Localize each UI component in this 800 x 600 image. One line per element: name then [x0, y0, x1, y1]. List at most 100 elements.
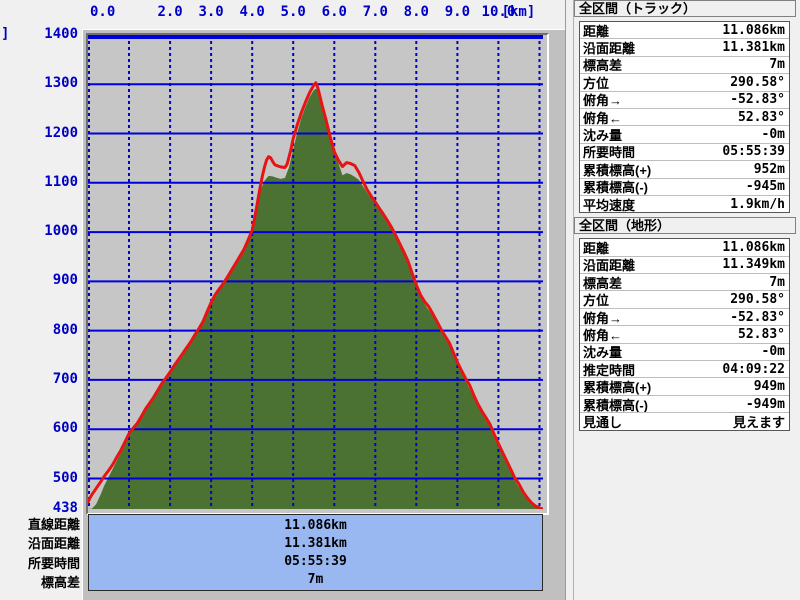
stat-label: 距離	[583, 23, 610, 39]
stat-label: 俯角←	[583, 110, 623, 126]
x-tick-label: 0.0	[90, 4, 116, 20]
x-axis: 0.0 2.0 3.0 4.0 5.0 6.0 7.0 8.0 9.0 10.0 [km]	[0, 4, 570, 22]
stat-row: 俯角← 52.83°	[580, 326, 789, 344]
stat-label: 沿面距離	[583, 41, 636, 57]
stat-label: 沿面距離	[583, 258, 636, 274]
stat-value: 11.086km	[722, 239, 785, 255]
stat-row: 平均速度 1.9km/h	[580, 196, 789, 213]
stat-value: -52.83°	[730, 309, 785, 325]
x-tick-label: 3.0	[198, 4, 224, 20]
stat-row: 累積標高(+) 949m	[580, 378, 789, 396]
stat-row: 累積標高(+) 952m	[580, 161, 789, 179]
stat-row: 推定時間 04:09:22	[580, 361, 789, 379]
stat-value: 04:09:22	[722, 361, 785, 377]
stat-value: -945m	[745, 179, 785, 195]
stat-row: 標高差 7m	[580, 274, 789, 292]
y-tick-label: 500	[52, 469, 78, 486]
track-section-caption: 全区間（トラック）	[574, 0, 796, 17]
stat-label: 沈み量	[583, 345, 623, 361]
stat-label: 所要時間	[583, 145, 636, 161]
summary-value: 11.086km	[284, 518, 347, 533]
stats-panel: 全区間（トラック） 距離 11.086km 沿面距離 11.381km 標高差 7m 方位 2…	[573, 0, 797, 600]
stat-row: 俯角→ -52.83°	[580, 92, 789, 109]
stat-row: 距離 11.086km	[580, 239, 789, 257]
x-tick-label: 8.0	[403, 4, 429, 20]
x-tick-label: [km]	[501, 4, 536, 20]
stat-label: 距離	[583, 241, 610, 256]
stat-label: 標高差	[583, 275, 623, 291]
x-tick-label: 9.0	[444, 4, 471, 20]
stat-value: 7m	[769, 57, 785, 73]
stat-value: 290.58°	[730, 292, 785, 308]
stat-label: 平均速度	[583, 197, 636, 213]
stat-label: 累積標高(+)	[583, 380, 652, 396]
y-tick-label: 1100	[44, 173, 78, 190]
summary-info-box: 11.086km 11.381km 05:55:39 7m	[88, 514, 543, 591]
stat-label: 沈み量	[583, 128, 623, 144]
stat-value: 7m	[769, 274, 785, 290]
stat-value: -949m	[745, 396, 785, 412]
stat-row: 距離 11.086km	[580, 22, 789, 40]
stat-row: 方位 290.58°	[580, 74, 789, 92]
stat-label: 方位	[583, 293, 610, 309]
y-axis: 1400 1300 1200 1100 1000 900 800 700 600 500 438	[0, 0, 84, 600]
stat-value: 11.349km	[722, 257, 785, 273]
y-tick-label: 700	[52, 370, 78, 387]
summary-label: 沿面距離	[27, 536, 80, 552]
stat-row: 沈み量 -0m	[580, 344, 789, 362]
terrain-section-table: 距離 11.086km 沿面距離 11.349km 標高差 7m 方位 290.58° 俯角→ -…	[579, 238, 790, 431]
stat-label: 俯角←	[583, 327, 623, 343]
stat-label: 俯角→	[583, 93, 623, 109]
stat-label: 累積標高(-)	[583, 397, 648, 413]
summary-value: 05:55:39	[284, 554, 347, 569]
stat-label: 標高差	[583, 58, 623, 74]
y-tick-label: 1000	[44, 223, 78, 240]
elevation-profile-plot[interactable]	[88, 35, 543, 509]
y-tick-label: 1300	[44, 75, 78, 92]
y-tick-label: 1400	[44, 26, 78, 42]
terrain-section-caption: 全区間（地形）	[574, 217, 796, 235]
stat-value: 290.58°	[730, 74, 785, 90]
stat-label: 累積標高(-)	[583, 180, 648, 196]
stat-label: 推定時間	[583, 362, 636, 378]
stat-row: 所要時間 05:55:39	[580, 144, 789, 162]
stat-value: 05:55:39	[722, 144, 785, 160]
x-tick-label: 6.0	[321, 4, 347, 20]
stat-value: 11.086km	[722, 22, 785, 38]
stat-row: 見通し 見えます	[580, 413, 789, 430]
stat-value: 949m	[753, 379, 785, 395]
terrain-area	[88, 88, 543, 509]
stat-label: 俯角→	[583, 310, 623, 326]
track-section-table: 距離 11.086km 沿面距離 11.381km 標高差 7m 方位 290.58° 俯角→ -…	[579, 21, 790, 214]
summary-value: 7m	[307, 572, 324, 587]
stat-value: -52.83°	[730, 92, 785, 108]
x-tick-label: 4.0	[239, 4, 265, 20]
stat-value: 見えます	[732, 415, 785, 430]
stat-row: 累積標高(-) -945m	[580, 179, 789, 196]
stat-row: 沿面距離 11.381km	[580, 39, 789, 57]
stat-value: 1.9km/h	[730, 196, 785, 212]
info-labels: 直線距離沿面距離所要時間標高差	[0, 514, 84, 591]
stat-value: 52.83°	[738, 326, 785, 342]
stat-value: -0m	[761, 344, 785, 360]
profile-window: ] 0.0 2.0 3.0 4.0 5.0 6.0 7.0 8.0 9.0 10.0 [km] 14…	[0, 0, 800, 600]
stat-label: 見通し	[583, 414, 623, 430]
stat-row: 累積標高(-) -949m	[580, 396, 789, 414]
summary-label: 直線距離	[27, 517, 80, 533]
stat-row: 標高差 7m	[580, 57, 789, 75]
stat-row: 沿面距離 11.349km	[580, 257, 789, 275]
stat-row: 俯角→ -52.83°	[580, 309, 789, 327]
stat-value: -0m	[761, 127, 785, 143]
stat-row: 方位 290.58°	[580, 291, 789, 309]
stat-label: 累積標高(+)	[583, 162, 652, 178]
summary-label: 標高差	[40, 574, 80, 590]
y-tick-label: 800	[52, 321, 78, 338]
stat-value: 52.83°	[738, 109, 785, 125]
y-tick-label: 900	[52, 272, 78, 289]
stat-label: 方位	[583, 75, 610, 91]
x-tick-label: 7.0	[362, 4, 388, 20]
y-tick-label: 1200	[44, 124, 78, 141]
summary-label: 所要時間	[27, 555, 80, 571]
stat-value: 11.381km	[722, 40, 785, 56]
stat-value: 952m	[753, 161, 785, 177]
